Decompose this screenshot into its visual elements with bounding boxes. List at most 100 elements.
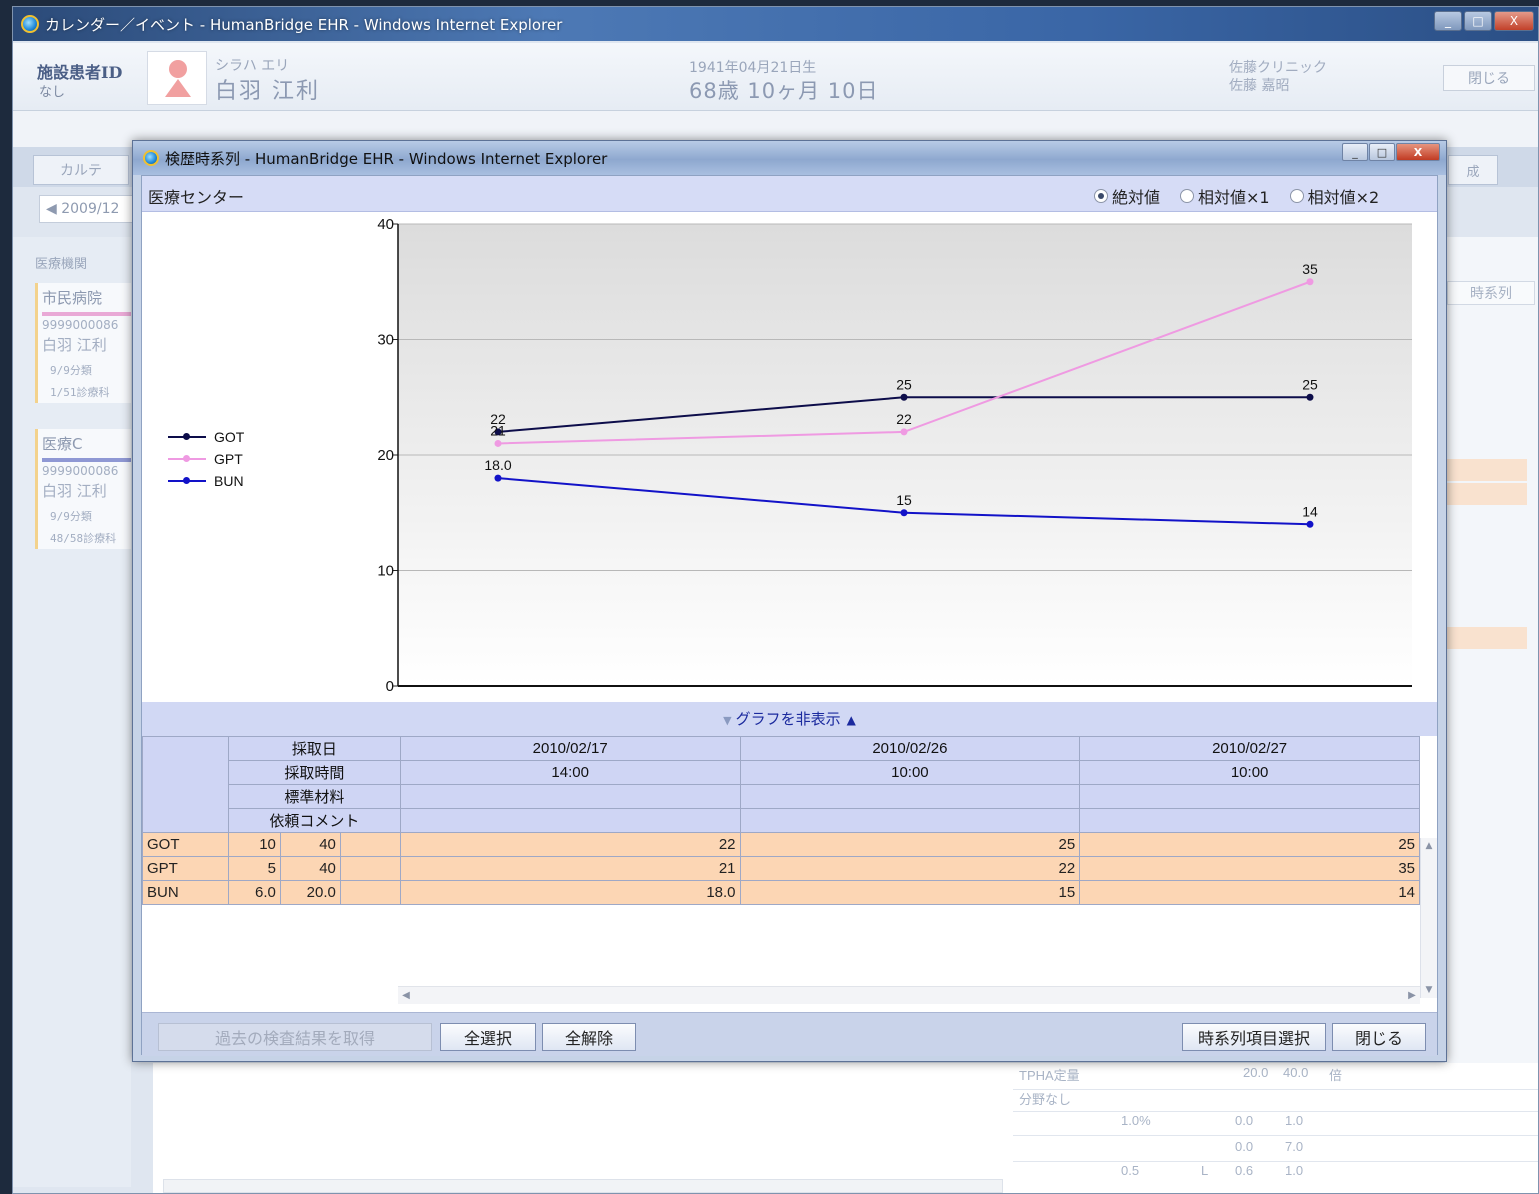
date-navigator[interactable]: ◀ 2009/12: [39, 195, 133, 223]
bg-cell: 0.5: [1121, 1163, 1140, 1178]
fetch-past-results-button[interactable]: 過去の検査結果を取得: [158, 1023, 432, 1051]
institution-card[interactable]: 市民病院 9999000086 白羽 江利 9/9分類 1/51診療科: [35, 283, 131, 403]
result-value: 25: [1079, 832, 1420, 857]
date-header[interactable]: 2010/02/17: [399, 736, 741, 761]
dialog-footer: 過去の検査結果を取得 全選択 全解除 時系列項目選択 閉じる: [142, 1012, 1437, 1056]
radio-absolute[interactable]: 絶対値: [1094, 184, 1160, 208]
close-window-button[interactable]: X: [1494, 11, 1534, 31]
value-mode-radio-group: 絶対値 相対値×1 相対値×2: [1094, 184, 1393, 208]
legend-label: GPT: [214, 451, 243, 467]
data-label-gpt: 35: [1302, 261, 1318, 277]
tab-karte[interactable]: カルテ: [33, 155, 129, 185]
data-point-bun: [1306, 520, 1314, 528]
institution-card-dept: 48/58診療科: [50, 532, 117, 545]
legend-item-bun: BUN: [168, 470, 244, 492]
dialog-minimize-button[interactable]: _: [1342, 143, 1368, 161]
internet-explorer-icon: [21, 15, 39, 33]
y-tick-label: 20: [377, 447, 394, 464]
header-close-button[interactable]: 閉じる: [1443, 65, 1535, 91]
legend-label: BUN: [214, 473, 244, 489]
table-horizontal-scrollbar[interactable]: ◀ ▶: [398, 986, 1420, 1004]
institution-card-dept: 1/51診療科: [50, 386, 110, 399]
radio-label: 相対値×2: [1307, 188, 1380, 207]
ref-low: 10: [227, 832, 281, 857]
table-vertical-scrollbar[interactable]: ▲ ▼: [1420, 838, 1437, 998]
institution-card[interactable]: 医療C 9999000086 白羽 江利 9/9分類 48/58診療科: [35, 429, 131, 549]
data-label-gpt: 22: [896, 411, 912, 427]
clinic-info: 佐藤クリニック 佐藤 嘉昭: [1229, 59, 1327, 95]
lab-results-table: 採取日 2010/02/17 2010/02/26 2010/02/27 採取時…: [142, 736, 1420, 905]
table-row[interactable]: BUN 6.0 20.0 18.0 15 14: [142, 880, 1420, 905]
legend-item-got: GOT: [168, 426, 244, 448]
institution-card-class: 9/9分類: [50, 364, 92, 377]
time-cell: 14:00: [399, 760, 741, 785]
patient-avatar: [147, 51, 207, 105]
select-timeseries-items-button[interactable]: 時系列項目選択: [1182, 1023, 1326, 1051]
scroll-left-icon[interactable]: ◀: [398, 987, 414, 1004]
y-tick-label: 30: [377, 332, 394, 349]
result-value: 35: [1079, 856, 1420, 881]
facility-patient-id-value: なし: [39, 85, 66, 100]
patient-age: 68歳 10ヶ月 10日: [689, 79, 879, 103]
maximize-button[interactable]: □: [1464, 11, 1492, 31]
scroll-right-icon[interactable]: ▶: [1404, 987, 1420, 1004]
patient-header: 施設患者ID なし シラハ エリ 白羽 江利 1941年04月21日生 68歳 …: [13, 43, 1538, 111]
scroll-up-icon[interactable]: ▲: [1421, 838, 1437, 854]
patient-kana: シラハ エリ: [215, 58, 290, 74]
bg-cell: 40.0: [1283, 1065, 1309, 1080]
dialog-maximize-button[interactable]: □: [1369, 143, 1395, 161]
bg-cell: 倍: [1329, 1068, 1343, 1083]
bg-cell: 分野なし: [1019, 1092, 1072, 1107]
bg-cell: 1.0: [1285, 1163, 1304, 1178]
data-label-bun: 15: [896, 492, 912, 508]
date-header[interactable]: 2010/02/26: [739, 736, 1081, 761]
legend-swatch: [168, 433, 206, 440]
outer-titlebar: カレンダー／イベント - HumanBridge EHR - Windows I…: [13, 7, 1538, 41]
test-name: GPT: [142, 856, 229, 881]
bg-cell: 1.0%: [1121, 1113, 1151, 1128]
data-point-gpt: [494, 439, 502, 447]
facility-patient-id-label: 施設患者ID: [37, 63, 123, 82]
radio-button[interactable]: [1180, 189, 1195, 203]
institution-card-id: 9999000086: [42, 318, 119, 332]
timeseries-button[interactable]: 時系列: [1447, 281, 1535, 305]
outer-window-title: カレンダー／イベント - HumanBridge EHR - Windows I…: [45, 15, 563, 34]
dialog-body: 医療センター 絶対値 相対値×1 相対値×2 0 10 20 30 40 22 25 25 21…: [141, 175, 1438, 1056]
radio-button-checked[interactable]: [1094, 189, 1108, 203]
scroll-down-icon[interactable]: ▼: [1421, 982, 1437, 998]
dialog-title: 検歴時系列 - HumanBridge EHR - Windows Intern…: [165, 149, 608, 168]
header-label: 標準材料: [227, 784, 401, 809]
select-all-button[interactable]: 全選択: [440, 1023, 536, 1051]
radio-button[interactable]: [1289, 189, 1304, 203]
dialog-titlebar: 検歴時系列 - HumanBridge EHR - Windows Intern…: [133, 141, 1446, 175]
patient-birthdate: 1941年04月21日生: [689, 60, 817, 76]
date-header[interactable]: 2010/02/27: [1079, 736, 1420, 761]
unit-cell: [339, 856, 401, 881]
radio-relative-1[interactable]: 相対値×1: [1180, 184, 1270, 208]
data-label-gpt: 21: [490, 422, 506, 438]
bg-cell: 20.0: [1243, 1065, 1269, 1080]
institution-card-name: 白羽 江利: [42, 336, 107, 354]
chart-legend: GOT GPT BUN: [168, 426, 244, 492]
result-value: 25: [739, 832, 1081, 857]
data-point-bun: [900, 509, 908, 517]
test-name: GOT: [142, 832, 229, 857]
table-row[interactable]: GPT 5 40 21 22 35: [142, 856, 1420, 881]
background-horizontal-scrollbar[interactable]: [163, 1179, 1003, 1193]
institution-card-id: 9999000086: [42, 464, 119, 478]
data-point-got: [900, 393, 908, 401]
dialog-close-x-button[interactable]: X: [1396, 143, 1440, 161]
tab-right[interactable]: 成: [1448, 155, 1498, 185]
header-label: 依頼コメント: [227, 808, 401, 833]
clear-all-button[interactable]: 全解除: [542, 1023, 636, 1051]
lab-results-table-wrap: 採取日 2010/02/17 2010/02/26 2010/02/27 採取時…: [142, 736, 1420, 1012]
radio-relative-2[interactable]: 相対値×2: [1289, 184, 1380, 208]
material-cell: [739, 784, 1081, 809]
doctor-name: 佐藤 嘉昭: [1229, 78, 1290, 94]
minimize-button[interactable]: _: [1434, 11, 1462, 31]
ref-low: 5: [227, 856, 281, 881]
table-row[interactable]: GOT 10 40 22 25 25: [142, 832, 1420, 857]
institution-card-class: 9/9分類: [50, 510, 92, 523]
hide-graph-toggle[interactable]: ▼ グラフを非表示 ▲: [142, 702, 1437, 736]
dialog-close-button[interactable]: 閉じる: [1332, 1023, 1426, 1051]
